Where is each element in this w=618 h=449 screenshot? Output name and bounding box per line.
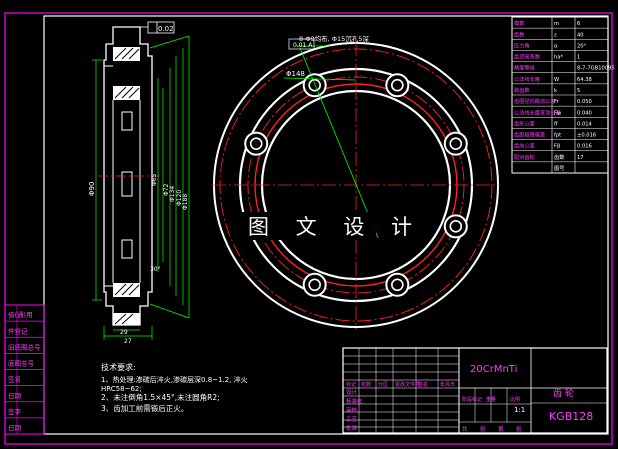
tech-notes: 技术要求: 1、热处理:渗碳后淬火,渗碳层深0.8~1.2, 淬火 HRC58~… xyxy=(101,362,248,413)
gear-table-cell: 精度等级 xyxy=(514,64,535,72)
notes-title: 技术要求: xyxy=(101,362,136,372)
gear-table-cell: Fw xyxy=(554,110,562,116)
title-block-label: 更改文件号 xyxy=(395,381,420,388)
bolt-hole xyxy=(244,131,269,156)
gear-table-cell: 1 xyxy=(577,55,580,61)
title-block-label: 阶段标记 xyxy=(462,396,482,403)
title-block-label: 分区 xyxy=(378,381,388,388)
gear-table-cell: Fr xyxy=(554,99,560,105)
gear-table: 模数 m 6 齿数 z 40 压力角 α 20° 齿顶高系数 ha* 1 精度等级 8-7-7GB1009… xyxy=(511,16,615,174)
gear-table-cell: ha* xyxy=(554,55,563,61)
gear-table-cell: 配对齿轮 xyxy=(514,153,535,161)
dim-outer: Φ134 xyxy=(169,186,176,202)
gear-table-cell: Fβ xyxy=(554,144,560,150)
runout-callout: 0.01 A xyxy=(293,42,313,49)
gear-table-cell: 压力角 xyxy=(514,41,530,49)
dim-d1: Φ65 xyxy=(151,173,158,186)
watermark: 图 文 设 计 xyxy=(248,215,422,239)
title-block-label: 重量 xyxy=(486,396,496,403)
gear-table-cell: 6 xyxy=(577,21,580,27)
pcd-callout: Φ148 xyxy=(286,70,305,78)
title-block-label: 张 xyxy=(480,425,486,433)
dim-angle: 30° xyxy=(150,266,161,273)
gear-table-cell: 模数 xyxy=(514,19,525,27)
title-block-label: 批准 xyxy=(346,424,358,432)
gear-table-cell: 20° xyxy=(577,43,587,49)
gear-table-cell: 齿形公差 xyxy=(514,119,535,127)
gear-table-cell: 齿顶高系数 xyxy=(514,53,541,61)
gear-table-cell: α xyxy=(554,43,558,49)
title-block-label: 张 xyxy=(516,425,522,433)
gear-table-cell: 公法线长度 xyxy=(514,75,540,83)
title-block-label: 年月日 xyxy=(440,381,455,388)
bolt-hole xyxy=(443,214,468,239)
note-line-2: HRC58~62; xyxy=(101,385,142,393)
side-panel-label: 底图总号 xyxy=(8,359,35,368)
title-block-label: 签名 xyxy=(418,381,428,388)
gear-table-cell: 17 xyxy=(577,155,584,161)
dim-pf: Φ90 xyxy=(88,182,96,196)
part-name-label: 齿 轮 xyxy=(553,387,574,399)
side-panel-label: 日期 xyxy=(8,392,22,400)
flatness-callout: 0.02 xyxy=(158,25,174,33)
gear-table-cell: k xyxy=(554,88,557,94)
side-panel-label: 件登记 xyxy=(8,326,28,335)
gear-table-cell: 图号 xyxy=(554,165,564,172)
title-block-label: 标准化 xyxy=(346,397,363,405)
side-panel-label: 日期 xyxy=(8,424,22,432)
note-line-4: 3、齿加工前需锻后正火。 xyxy=(101,403,188,413)
gear-table-cell: 齿圈径向跳动公差 xyxy=(514,97,556,105)
title-block-label: 标记 xyxy=(346,381,356,388)
title-block-label: 工艺 xyxy=(346,416,358,423)
gear-table-cell: ±0.016 xyxy=(577,133,596,139)
gear-table-cell: 齿数 xyxy=(514,30,525,38)
title-block: 20CrMnTi 齿 轮 KGB128 1:1 标记 处数 分区 更改文件号签名 年月日… xyxy=(342,347,608,434)
side-panel: 借(通)用件登记旧底图总号底图总号签名日期签字日期 xyxy=(4,304,45,435)
gear-table-cell: fpt xyxy=(554,133,561,139)
section-view: 0.02 Φ90 Φ65 Φ72 Φ134 Φ120 Φ188 30° 29 2… xyxy=(88,21,190,345)
title-block-label: 第 xyxy=(498,425,504,433)
dim-d4: Φ188 xyxy=(182,194,189,210)
gear-table-cell: 0.050 xyxy=(577,99,592,105)
gear-table-cell: 40 xyxy=(577,32,584,38)
gear-table-cell: 0.014 xyxy=(577,121,593,127)
side-panel-label: 签字 xyxy=(8,407,22,416)
gear-table-cell: 5 xyxy=(577,88,580,94)
side-panel-label: 借(通)用 xyxy=(8,310,33,319)
cad-drawing: 0.02 Φ90 Φ65 Φ72 Φ134 Φ120 Φ188 30° 29 2… xyxy=(4,12,615,445)
gear-table-cell: 跨齿数 xyxy=(514,86,530,94)
gear-table-cell: W xyxy=(554,77,559,83)
bolt-hole xyxy=(443,131,468,156)
title-block-label: 设计 xyxy=(346,388,358,396)
gear-table-cell: 齿数 xyxy=(554,153,565,161)
title-block-label: 比例 xyxy=(510,396,520,403)
gear-table-cell: ff xyxy=(554,121,558,127)
material-label: 20CrMnTi xyxy=(470,364,517,375)
gear-table-cell: 8-7-7GB10095 xyxy=(577,66,615,72)
title-block-label: 处数 xyxy=(361,381,371,388)
title-block-label: 共 xyxy=(462,425,468,433)
bolt-hole xyxy=(302,73,327,98)
note-line-3: 2、未注倒角1.5×45°,未注圆角R2; xyxy=(101,392,220,402)
dim-w1: 29 xyxy=(120,329,128,336)
side-panel-label: 签名 xyxy=(8,375,21,384)
bolt-hole xyxy=(385,73,410,98)
side-panel-label: 旧底图总号 xyxy=(8,342,41,351)
gear-table-cell: 齿距极限偏差 xyxy=(514,131,545,139)
title-block-label: 审核 xyxy=(346,406,358,414)
gear-table-cell: m xyxy=(554,21,559,27)
gear-table-cell: 0.016 xyxy=(577,144,592,150)
scale-label: 1:1 xyxy=(514,406,525,414)
bolt-hole xyxy=(302,272,327,297)
dim-w2: 27 xyxy=(124,338,132,345)
drawing-number-label: KGB128 xyxy=(549,410,593,423)
gear-table-cell: 0.040 xyxy=(577,110,592,116)
gear-table-cell: 齿向公差 xyxy=(514,142,535,150)
front-view: 8-Φ9均布, Φ15沉孔5深 0.01 A Φ148 图 文 设 计 xyxy=(212,34,500,330)
gear-table-cell: 64.38 xyxy=(577,77,592,83)
note-line-1: 1、热处理:渗碳后淬火,渗碳层深0.8~1.2, 淬火 xyxy=(101,375,248,384)
bolt-hole xyxy=(385,272,410,297)
gear-table-cell: z xyxy=(554,32,557,38)
